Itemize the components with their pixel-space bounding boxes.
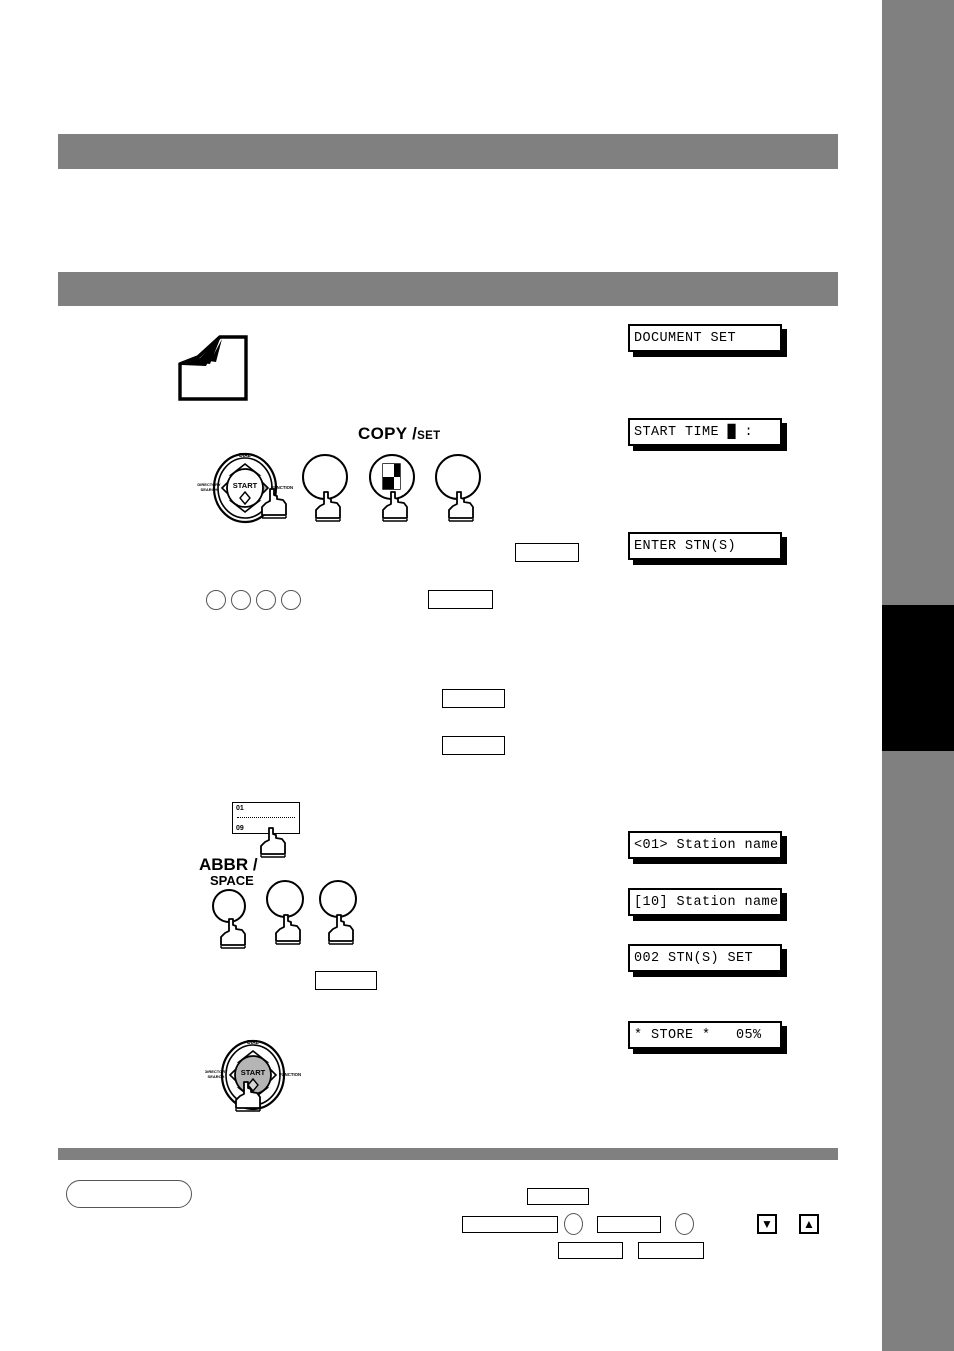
one-touch-dotted-row <box>237 817 295 818</box>
document-stack-icon <box>176 330 250 402</box>
lcd-station-01: <01> Station name <box>628 831 782 859</box>
keypad-digit-key[interactable] <box>281 590 301 610</box>
pointing-hand-icon <box>324 913 358 945</box>
footer-box <box>462 1216 558 1233</box>
footer-note-pill <box>66 1180 192 1208</box>
redacted-box <box>428 590 493 609</box>
lcd-document-set: DOCUMENT SET <box>628 324 782 352</box>
top-heading-band <box>58 134 838 169</box>
redacted-box <box>515 543 579 562</box>
redacted-box <box>315 971 377 990</box>
pointing-hand-icon <box>378 490 412 522</box>
copy-label-sub: SET <box>417 430 441 442</box>
keypad-digit-key[interactable] <box>256 590 276 610</box>
pointing-hand-icon <box>216 917 250 949</box>
footer-rule-band <box>58 1148 838 1160</box>
footer-box <box>527 1188 589 1205</box>
scroll-down-icon[interactable]: ▼ <box>757 1214 777 1234</box>
lcd-store-progress: * STORE * 05% <box>628 1021 782 1049</box>
svg-text:START: START <box>241 1068 266 1077</box>
svg-text:FUNCTION: FUNCTION <box>279 1072 301 1077</box>
svg-text:START: START <box>233 481 258 490</box>
lcd-station-10: [10] Station name <box>628 888 782 916</box>
footer-box <box>558 1242 623 1259</box>
pointing-hand-icon <box>271 913 305 945</box>
abbr-label-sub: SPACE <box>210 873 254 889</box>
scroll-up-icon[interactable]: ▲ <box>799 1214 819 1234</box>
svg-text:DIAL: DIAL <box>247 1040 259 1046</box>
one-touch-top-number: 01 <box>236 805 244 812</box>
footer-box <box>638 1242 704 1259</box>
redacted-box <box>442 736 505 755</box>
footer-circle-key[interactable] <box>564 1213 583 1235</box>
edge-index-tab <box>882 605 954 751</box>
keypad-digit-key[interactable] <box>231 590 251 610</box>
lcd-start-time: START TIME █ : <box>628 418 782 446</box>
svg-text:SEARCH: SEARCH <box>201 487 218 492</box>
redacted-box <box>442 689 505 708</box>
keypad-digit-key[interactable] <box>206 590 226 610</box>
page-corner-icon <box>382 463 401 490</box>
lcd-stations-set: 002 STN(S) SET <box>628 944 782 972</box>
pointing-hand-icon <box>444 490 478 522</box>
abbr-label-main: ABBR / <box>199 855 258 874</box>
lcd-enter-stations: ENTER STN(S) <box>628 532 782 560</box>
copy-label-main: COPY / <box>358 424 418 443</box>
pointing-hand-icon <box>231 1080 265 1112</box>
svg-text:SEARCH: SEARCH <box>208 1074 225 1079</box>
manual-page: DOCUMENT SET START TIME █ : ENTER STN(S)… <box>0 0 954 1351</box>
footer-circle-key[interactable] <box>675 1213 694 1235</box>
copy-set-label: COPY /SET <box>358 424 440 444</box>
pointing-hand-icon <box>256 826 290 858</box>
footer-box <box>597 1216 661 1233</box>
pointing-hand-icon <box>311 490 345 522</box>
svg-text:DIAL: DIAL <box>239 453 251 459</box>
section-heading-band <box>58 272 838 306</box>
abbr-space-label: ABBR / SPACE <box>199 855 258 889</box>
one-touch-bottom-number: 09 <box>236 825 244 832</box>
pointing-hand-icon <box>257 487 291 519</box>
